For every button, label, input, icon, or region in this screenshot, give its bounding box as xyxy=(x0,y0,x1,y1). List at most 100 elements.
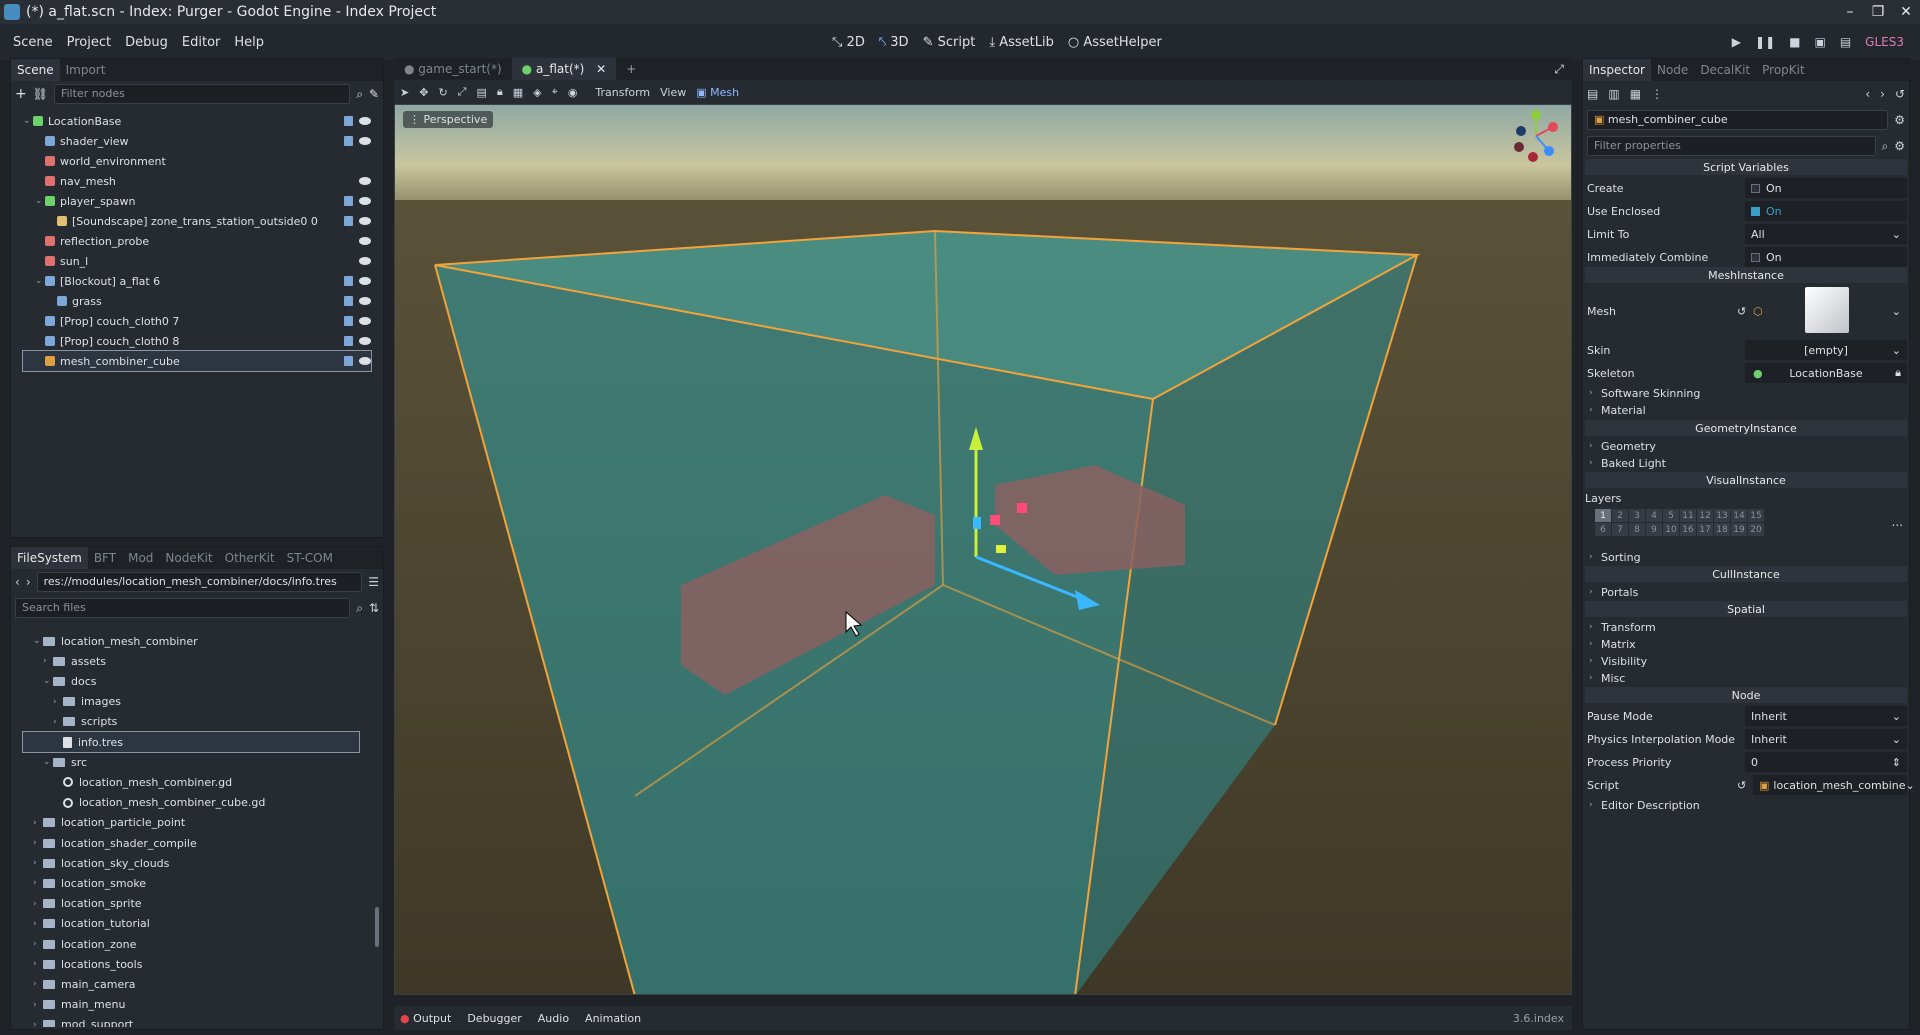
scale-tool-icon[interactable]: ⤢ xyxy=(458,85,467,99)
file-item[interactable]: location_mesh_combiner_cube.gd xyxy=(23,793,359,813)
scene-node[interactable]: shader_view xyxy=(23,131,371,151)
tab-game-start[interactable]: ● game_start(*) xyxy=(394,58,512,80)
expand-chevron-icon[interactable]: ⌄ xyxy=(35,196,45,206)
expand-chevron-icon[interactable]: ⌄ xyxy=(33,636,43,646)
layer-toggle[interactable]: 20 xyxy=(1748,523,1764,536)
tab-node[interactable]: Node xyxy=(1651,59,1694,81)
visibility-eye-icon[interactable] xyxy=(359,117,371,125)
3d-viewport[interactable]: ⋮ Perspective xyxy=(394,104,1572,995)
move-tool-icon[interactable]: ✥ xyxy=(419,86,428,99)
visibility-eye-icon[interactable] xyxy=(359,257,371,265)
script-icon[interactable] xyxy=(344,296,353,306)
expand-chevron-icon[interactable]: › xyxy=(33,939,43,949)
file-item[interactable]: › main_camera xyxy=(23,974,359,994)
file-item[interactable]: info.tres xyxy=(22,731,360,753)
workspace-2d[interactable]: ⤡ 2D xyxy=(832,35,865,50)
group-transform[interactable]: › Transform xyxy=(1589,619,1907,635)
expand-chevron-icon[interactable]: › xyxy=(33,818,43,828)
skeleton-field[interactable]: ● LocationBase 🔒︎ xyxy=(1745,363,1907,383)
menu-scene[interactable]: Scene xyxy=(6,35,60,50)
workspace-script[interactable]: ✎ Script xyxy=(923,35,976,50)
history-forward-icon[interactable]: › xyxy=(1880,87,1885,101)
tab-nodekit[interactable]: NodeKit xyxy=(159,547,218,569)
snap-icon[interactable]: ⌖ xyxy=(552,85,558,99)
orientation-gizmo-icon[interactable] xyxy=(1509,109,1563,163)
expand-chevron-icon[interactable]: › xyxy=(33,878,43,888)
stop-icon[interactable]: ■ xyxy=(1789,35,1800,49)
object-selector[interactable]: ▣ mesh_combiner_cube xyxy=(1587,110,1889,130)
fullscreen-icon[interactable]: ⤢ xyxy=(1554,62,1564,77)
file-item[interactable]: › assets xyxy=(23,651,359,671)
script-icon[interactable] xyxy=(344,276,353,286)
workspace-assetlib[interactable]: ⤓ AssetLib xyxy=(989,35,1054,50)
scene-node[interactable]: reflection_probe xyxy=(23,231,371,251)
group-editor-description[interactable]: › Editor Description xyxy=(1589,797,1907,813)
expand-chevron-icon[interactable]: › xyxy=(33,959,43,969)
file-item[interactable]: location_mesh_combiner.gd xyxy=(23,772,359,792)
expand-chevron-icon[interactable]: ⌄ xyxy=(43,757,53,767)
play-icon[interactable]: ▶ xyxy=(1732,35,1741,49)
scene-node[interactable]: [Soundscape] zone_trans_station_outside0… xyxy=(23,211,371,231)
layer-toggle[interactable]: 14 xyxy=(1731,509,1747,522)
group-sorting[interactable]: › Sorting xyxy=(1589,549,1907,565)
maximize-button[interactable]: ❐ xyxy=(1868,2,1888,22)
pause-icon[interactable]: ❚❚ xyxy=(1755,35,1775,49)
file-item[interactable]: › location_zone xyxy=(23,934,359,954)
layer-toggle[interactable]: 1 xyxy=(1595,509,1611,522)
layer-toggle[interactable]: 13 xyxy=(1714,509,1730,522)
back-icon[interactable]: ‹ xyxy=(15,575,20,589)
list-select-icon[interactable]: ▤ xyxy=(476,86,486,99)
script-icon[interactable] xyxy=(344,336,353,346)
tab-scene[interactable]: Scene xyxy=(11,59,60,81)
menu-project[interactable]: Project xyxy=(60,35,118,50)
select-tool-icon[interactable]: ➤ xyxy=(400,86,409,99)
renderer-selector[interactable]: GLES3 xyxy=(1865,35,1904,49)
file-item[interactable]: › location_sprite xyxy=(23,894,359,914)
close-tab-icon[interactable]: ✕ xyxy=(596,62,606,76)
script-icon[interactable] xyxy=(344,136,353,146)
group-icon[interactable]: ▦ xyxy=(513,86,523,99)
expand-chevron-icon[interactable]: › xyxy=(33,858,43,868)
visibility-eye-icon[interactable] xyxy=(359,357,371,365)
immediately-combine-checkbox[interactable]: On xyxy=(1745,247,1907,267)
layer-toggle[interactable]: 16 xyxy=(1680,523,1696,536)
tab-import[interactable]: Import xyxy=(60,59,112,81)
file-item[interactable]: ⌄ src xyxy=(23,752,359,772)
close-button[interactable]: ✕ xyxy=(1896,2,1916,22)
file-item[interactable]: › scripts xyxy=(23,712,359,732)
tab-debugger[interactable]: Debugger xyxy=(467,1012,521,1025)
expand-chevron-icon[interactable]: › xyxy=(33,899,43,909)
scene-node[interactable]: grass xyxy=(23,291,371,311)
workspace-3d[interactable]: ⤣ 3D xyxy=(879,35,909,50)
split-mode-icon[interactable]: ☰ xyxy=(368,575,379,589)
visibility-eye-icon[interactable] xyxy=(359,137,371,145)
process-priority-spinbox[interactable]: 0 ⇕ xyxy=(1745,752,1907,772)
scene-node[interactable]: ⌄ player_spawn xyxy=(23,191,371,211)
create-checkbox[interactable]: On xyxy=(1745,178,1907,198)
layer-toggle[interactable]: 2 xyxy=(1612,509,1628,522)
file-item[interactable]: › location_particle_point xyxy=(23,813,359,833)
object-menu-icon[interactable]: ⚙ xyxy=(1894,113,1905,127)
menu-debug[interactable]: Debug xyxy=(118,35,175,50)
tab-st-com[interactable]: ST-COM xyxy=(281,547,339,569)
expand-chevron-icon[interactable]: › xyxy=(33,1020,43,1027)
file-item[interactable]: ⌄ location_mesh_combiner xyxy=(23,631,359,651)
visibility-eye-icon[interactable] xyxy=(359,197,371,205)
play-scene-icon[interactable]: ▣ xyxy=(1814,35,1825,49)
tab-filesystem[interactable]: FileSystem xyxy=(11,547,88,569)
scene-node[interactable]: [Prop] couch_cloth0 8 xyxy=(23,331,371,351)
tab-decalkit[interactable]: DecalKit xyxy=(1694,59,1756,81)
group-software-skinning[interactable]: › Software Skinning xyxy=(1589,385,1907,401)
expand-chevron-icon[interactable]: ⌄ xyxy=(35,276,45,286)
rotate-tool-icon[interactable]: ↻ xyxy=(438,86,447,99)
tab-otherkit[interactable]: OtherKit xyxy=(219,547,281,569)
filter-nodes-input[interactable]: Filter nodes xyxy=(53,84,351,104)
play-custom-scene-icon[interactable]: ▤ xyxy=(1840,35,1851,49)
visibility-eye-icon[interactable] xyxy=(359,177,371,185)
layer-toggle[interactable]: 3 xyxy=(1629,509,1645,522)
scene-node[interactable]: ⌄ LocationBase xyxy=(23,111,371,131)
file-item[interactable]: › location_shader_compile xyxy=(23,833,359,853)
menu-help[interactable]: Help xyxy=(227,35,271,50)
group-material[interactable]: › Material xyxy=(1589,402,1907,418)
path-field[interactable]: res://modules/location_mesh_combiner/doc… xyxy=(36,572,363,592)
